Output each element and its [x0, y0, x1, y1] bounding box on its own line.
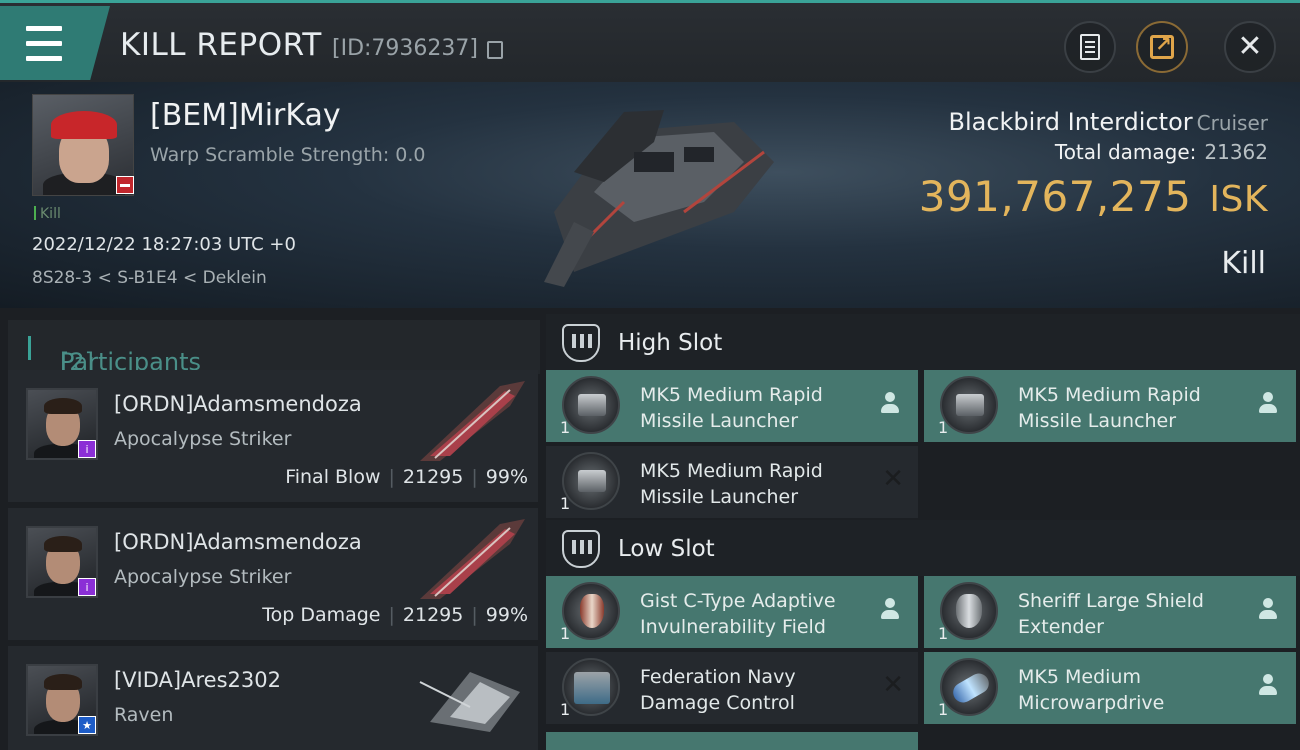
destroyed-x-icon: ✕ [882, 464, 904, 494]
high-slot-header: High Slot [546, 314, 1300, 370]
participant-row[interactable]: ★ [VIDA]Ares2302 Raven [8, 646, 538, 750]
module-name: Sheriff Large Shield Extender [1018, 590, 1204, 638]
missile-launcher-icon [562, 376, 620, 434]
participant-role: Top Damage [262, 604, 381, 626]
participant-role: Final Blow [285, 466, 381, 488]
module-item[interactable]: 1 MK5 Medium Rapid Missile Launcher [546, 370, 918, 442]
module-item[interactable]: 1 Federation Navy Damage Control ✕ [546, 652, 918, 724]
total-damage: Total damage: 21362 [1054, 140, 1268, 164]
copy-icon[interactable] [487, 41, 503, 59]
module-item-partial [546, 732, 918, 750]
fitting-panel: High Slot 1 MK5 Medium Rapid Missile Laun… [540, 308, 1300, 750]
shield-extender-icon [940, 582, 998, 640]
high-slot-title: High Slot [618, 330, 723, 356]
module-quantity: 1 [938, 418, 949, 437]
dropped-person-icon [1258, 598, 1278, 622]
header-bar: KILL REPORT [ID:7936237] ✕ [0, 0, 1300, 82]
participant-ship: Apocalypse Striker [114, 428, 292, 450]
high-slot-icon [562, 324, 600, 362]
dropped-person-icon [880, 392, 900, 416]
victim-name[interactable]: [BEM]MirKay [150, 98, 341, 133]
participant-ship: Raven [114, 704, 174, 726]
report-id: [ID:7936237] [332, 36, 478, 61]
share-button[interactable] [1136, 21, 1188, 73]
victim-ship-image [544, 110, 774, 287]
damage-control-icon [562, 658, 620, 716]
kill-location[interactable]: 8S28-3 < S-B1E4 < Deklein [32, 268, 267, 288]
participant-row[interactable]: i [ORDN]Adamsmendoza Apocalypse Striker … [8, 370, 538, 502]
total-damage-value: 21362 [1204, 140, 1268, 164]
clipboard-button[interactable] [1064, 21, 1116, 73]
microwarpdrive-icon [940, 658, 998, 716]
module-quantity: 1 [560, 418, 571, 437]
destroyed-x-icon: ✕ [882, 670, 904, 700]
victim-ship-class: Cruiser [1196, 111, 1268, 135]
module-item[interactable]: 1 MK5 Medium Rapid Missile Launcher [924, 370, 1296, 442]
close-icon: ✕ [1237, 29, 1263, 64]
victim-ship-name[interactable]: Blackbird Interdictor Cruiser [949, 108, 1269, 136]
participant-name: [VIDA]Ares2302 [114, 668, 281, 692]
participant-stats: Final Blow | 21295 | 99% [285, 466, 528, 488]
participant-stats: Top Damage | 21295 | 99% [262, 604, 528, 626]
result-label: Kill [1221, 246, 1266, 281]
dropped-person-icon [1258, 674, 1278, 698]
hamburger-icon [26, 21, 62, 66]
kill-datetime: 2022/12/22 18:27:03 UTC +0 [32, 234, 296, 255]
module-name: Federation Navy Damage Control [640, 666, 796, 714]
module-quantity: 1 [560, 700, 571, 719]
page-title: KILL REPORT [120, 27, 322, 63]
isk-value: 391,767,275 ISK [918, 172, 1268, 221]
dropped-person-icon [1258, 392, 1278, 416]
module-quantity: 1 [560, 494, 571, 513]
module-quantity: 1 [938, 700, 949, 719]
module-quantity: 1 [938, 624, 949, 643]
participant-name: [ORDN]Adamsmendoza [114, 392, 362, 416]
participants-header: Participants [2] [8, 320, 540, 376]
module-item[interactable]: 1 Gist C-Type Adaptive Invulnerability Fi… [546, 576, 918, 648]
low-slot-header: Low Slot [546, 520, 1300, 576]
missile-launcher-icon [940, 376, 998, 434]
participant-ship-image [419, 672, 520, 732]
module-item[interactable]: 1 MK5 Medium Microwarpdrive [924, 652, 1296, 724]
menu-button[interactable] [0, 6, 110, 80]
module-name: MK5 Medium Rapid Missile Launcher [640, 384, 823, 432]
close-button[interactable]: ✕ [1224, 21, 1276, 73]
participant-damage-pct: 99% [485, 466, 528, 488]
participant-damage-pct: 99% [485, 604, 528, 626]
participant-name: [ORDN]Adamsmendoza [114, 530, 362, 554]
dropped-person-icon [880, 598, 900, 622]
participant-ship: Apocalypse Striker [114, 566, 292, 588]
participant-ship-image [420, 519, 525, 599]
low-slot-title: Low Slot [618, 536, 715, 562]
standing-badge-icon [116, 176, 134, 194]
warp-scramble-strength: Warp Scramble Strength: 0.0 [150, 144, 426, 166]
module-name: Gist C-Type Adaptive Invulnerability Fiel… [640, 590, 836, 638]
module-name: MK5 Medium Rapid Missile Launcher [1018, 384, 1201, 432]
module-quantity: 1 [560, 624, 571, 643]
participants-panel: Participants [2] i [ORDN]Adamsmendoza Ap… [0, 308, 540, 750]
missile-launcher-icon [562, 452, 620, 510]
low-slot-icon [562, 530, 600, 568]
clipboard-icon [1080, 34, 1100, 60]
kill-tag: Kill [34, 206, 61, 222]
star-badge-icon: ★ [78, 716, 96, 734]
share-icon [1150, 32, 1174, 59]
invulnerability-field-icon [562, 582, 620, 640]
module-name: MK5 Medium Rapid Missile Launcher [640, 460, 823, 508]
module-item[interactable]: 1 MK5 Medium Rapid Missile Launcher ✕ [546, 446, 918, 518]
info-badge-icon: i [78, 440, 96, 458]
participant-damage: 21295 [402, 466, 464, 488]
module-name: MK5 Medium Microwarpdrive [1018, 666, 1165, 714]
info-badge-icon: i [78, 578, 96, 596]
victim-banner: [BEM]MirKay Warp Scramble Strength: 0.0 … [0, 82, 1300, 308]
module-item[interactable]: 1 Sheriff Large Shield Extender [924, 576, 1296, 648]
participant-damage: 21295 [402, 604, 464, 626]
participant-row[interactable]: i [ORDN]Adamsmendoza Apocalypse Striker … [8, 508, 538, 640]
participant-ship-image [420, 381, 525, 461]
